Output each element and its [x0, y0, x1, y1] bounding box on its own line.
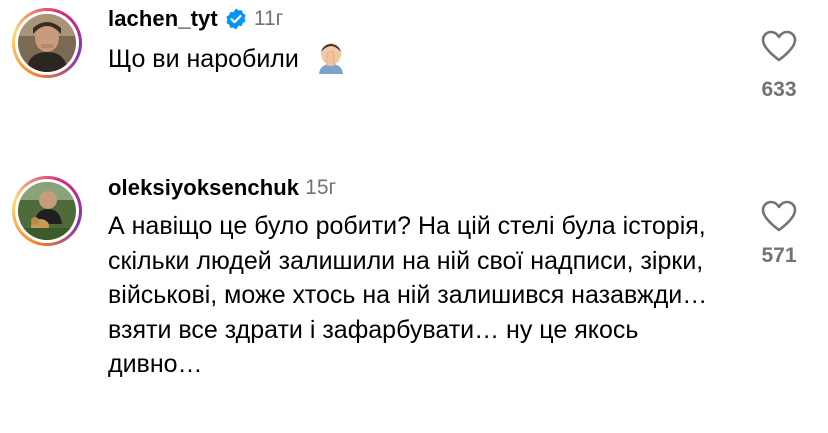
timestamp: 15г [305, 176, 337, 199]
comment-item: lachen_tyt 11г Що ви наробили 633 [0, 0, 828, 140]
avatar[interactable] [18, 182, 76, 240]
username[interactable]: oleksiyoksenchuk [108, 175, 299, 201]
story-ring[interactable] [12, 176, 82, 246]
face-palm-emoji-icon [318, 43, 343, 75]
comment-text: Що ви наробили [108, 42, 348, 77]
timestamp: 11г [253, 7, 284, 30]
like-count: 633 [761, 78, 797, 101]
heart-icon[interactable] [761, 200, 797, 232]
comment-text: А навіщо це було робити? На цій стелі бу… [108, 212, 708, 378]
heart-icon[interactable] [761, 30, 797, 62]
story-ring[interactable] [12, 8, 82, 78]
comment-text-content: Що ви наробили [108, 45, 299, 73]
verified-badge-icon [226, 8, 246, 30]
like-area: 633 [730, 30, 828, 102]
like-count: 571 [761, 244, 797, 267]
username[interactable]: lachen_tyt [108, 6, 218, 32]
avatar[interactable] [18, 14, 76, 72]
like-area: 571 [730, 200, 828, 268]
comment-item: oleksiyoksenchuk 15г А навіщо це було ро… [0, 168, 828, 408]
